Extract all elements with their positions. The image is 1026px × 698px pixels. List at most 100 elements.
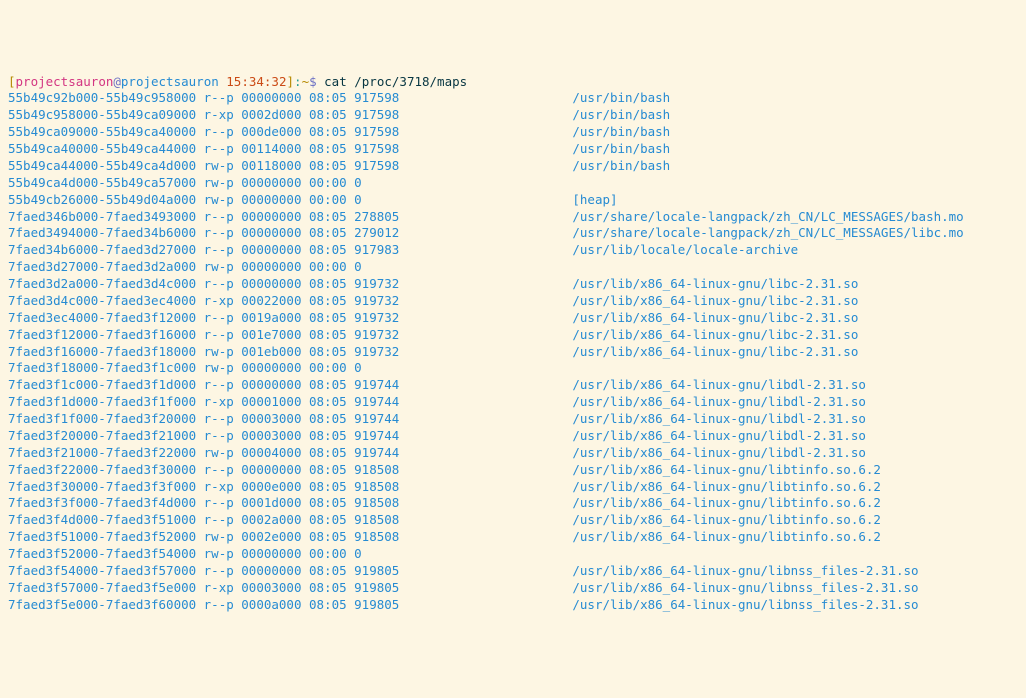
inode: 919805 [354, 563, 407, 580]
device: 08:05 [309, 411, 354, 428]
addr-range: 7faed3d4c000-7faed3ec4000 [8, 293, 204, 310]
perms: rw-p [204, 546, 242, 563]
offset: 0000e000 [241, 479, 309, 496]
perms: r--p [204, 141, 242, 158]
offset: 00000000 [241, 462, 309, 479]
path: /usr/bin/bash [572, 141, 670, 158]
maps-row: 7faed3ec4000-7faed3f12000r--p0019a00008:… [8, 310, 1018, 327]
path: /usr/lib/x86_64-linux-gnu/libtinfo.so.6.… [572, 529, 881, 546]
device: 08:05 [309, 141, 354, 158]
perms: rw-p [204, 259, 242, 276]
device: 08:05 [309, 327, 354, 344]
inode: 919744 [354, 411, 407, 428]
offset: 00000000 [241, 242, 309, 259]
path: /usr/bin/bash [572, 107, 670, 124]
addr-range: 7faed3f20000-7faed3f21000 [8, 428, 204, 445]
inode: 917598 [354, 158, 407, 175]
device: 08:05 [309, 158, 354, 175]
offset: 00114000 [241, 141, 309, 158]
prompt-line: [projectsauron@projectsauron 15:34:32]:~… [8, 74, 1018, 91]
terminal-output[interactable]: [projectsauron@projectsauron 15:34:32]:~… [8, 74, 1018, 614]
maps-row: 7faed3f4d000-7faed3f51000r--p0002a00008:… [8, 512, 1018, 529]
perms: r--p [204, 276, 242, 293]
addr-range: 7faed3f1c000-7faed3f1d000 [8, 377, 204, 394]
offset: 00003000 [241, 580, 309, 597]
inode: 0 [354, 546, 407, 563]
perms: r--p [204, 209, 242, 226]
offset: 00004000 [241, 445, 309, 462]
path: /usr/lib/x86_64-linux-gnu/libtinfo.so.6.… [572, 495, 881, 512]
offset: 0000a000 [241, 597, 309, 614]
offset: 00000000 [241, 259, 309, 276]
addr-range: 55b49ca44000-55b49ca4d000 [8, 158, 204, 175]
addr-range: 7faed3f30000-7faed3f3f000 [8, 479, 204, 496]
path: [heap] [572, 192, 617, 209]
maps-row: 7faed3f1d000-7faed3f1f000r-xp0000100008:… [8, 394, 1018, 411]
path: /usr/bin/bash [572, 90, 670, 107]
offset: 00000000 [241, 175, 309, 192]
addr-range: 7faed3f57000-7faed3f5e000 [8, 580, 204, 597]
prompt-sep: : [294, 74, 302, 89]
device: 08:05 [309, 344, 354, 361]
path: /usr/share/locale-langpack/zh_CN/LC_MESS… [572, 209, 963, 226]
maps-row: 7faed3f54000-7faed3f57000r--p0000000008:… [8, 563, 1018, 580]
path: /usr/lib/x86_64-linux-gnu/libtinfo.so.6.… [572, 462, 881, 479]
maps-row: 7faed3f52000-7faed3f54000rw-p0000000000:… [8, 546, 1018, 563]
offset: 00003000 [241, 428, 309, 445]
inode: 917598 [354, 124, 407, 141]
device: 00:00 [309, 175, 354, 192]
perms: rw-p [204, 529, 242, 546]
path: /usr/lib/x86_64-linux-gnu/libtinfo.so.6.… [572, 512, 881, 529]
inode: 917598 [354, 141, 407, 158]
perms: r--p [204, 327, 242, 344]
path: /usr/lib/x86_64-linux-gnu/libc-2.31.so [572, 276, 858, 293]
maps-row: 55b49ca44000-55b49ca4d000rw-p0011800008:… [8, 158, 1018, 175]
addr-range: 7faed3f1f000-7faed3f20000 [8, 411, 204, 428]
device: 00:00 [309, 192, 354, 209]
offset: 0019a000 [241, 310, 309, 327]
device: 08:05 [309, 377, 354, 394]
addr-range: 7faed3d27000-7faed3d2a000 [8, 259, 204, 276]
path: /usr/share/locale-langpack/zh_CN/LC_MESS… [572, 225, 963, 242]
inode: 919732 [354, 293, 407, 310]
maps-row: 7faed3d27000-7faed3d2a000rw-p0000000000:… [8, 259, 1018, 276]
device: 08:05 [309, 428, 354, 445]
perms: r--p [204, 242, 242, 259]
maps-row: 55b49cb26000-55b49d04a000rw-p0000000000:… [8, 192, 1018, 209]
device: 08:05 [309, 394, 354, 411]
path: /usr/lib/x86_64-linux-gnu/libc-2.31.so [572, 310, 858, 327]
addr-range: 7faed3f18000-7faed3f1c000 [8, 360, 204, 377]
addr-range: 55b49ca40000-55b49ca44000 [8, 141, 204, 158]
perms: r--p [204, 90, 242, 107]
maps-row: 7faed3f16000-7faed3f18000rw-p001eb00008:… [8, 344, 1018, 361]
addr-range: 55b49c92b000-55b49c958000 [8, 90, 204, 107]
perms: r-xp [204, 394, 242, 411]
device: 08:05 [309, 479, 354, 496]
offset: 000de000 [241, 124, 309, 141]
offset: 0002e000 [241, 529, 309, 546]
prompt-host: projectsauron [121, 74, 219, 89]
offset: 00003000 [241, 411, 309, 428]
offset: 00000000 [241, 360, 309, 377]
prompt-dollar: $ [309, 74, 317, 89]
prompt-time: 15:34:32 [226, 74, 286, 89]
perms: r--p [204, 462, 242, 479]
maps-row: 55b49ca40000-55b49ca44000r--p0011400008:… [8, 141, 1018, 158]
path: /usr/lib/x86_64-linux-gnu/libdl-2.31.so [572, 411, 866, 428]
addr-range: 7faed3f16000-7faed3f18000 [8, 344, 204, 361]
path: /usr/bin/bash [572, 158, 670, 175]
inode: 919732 [354, 310, 407, 327]
perms: rw-p [204, 158, 242, 175]
addr-range: 7faed3f1d000-7faed3f1f000 [8, 394, 204, 411]
perms: r--p [204, 512, 242, 529]
maps-row: 7faed3f18000-7faed3f1c000rw-p0000000000:… [8, 360, 1018, 377]
addr-range: 7faed3f3f000-7faed3f4d000 [8, 495, 204, 512]
perms: r--p [204, 377, 242, 394]
prompt-user: projectsauron [16, 74, 114, 89]
offset: 00000000 [241, 225, 309, 242]
command-text: cat /proc/3718/maps [324, 74, 467, 89]
device: 08:05 [309, 597, 354, 614]
path: /usr/lib/x86_64-linux-gnu/libnss_files-2… [572, 563, 918, 580]
maps-row: 7faed3f51000-7faed3f52000rw-p0002e00008:… [8, 529, 1018, 546]
perms: r--p [204, 124, 242, 141]
